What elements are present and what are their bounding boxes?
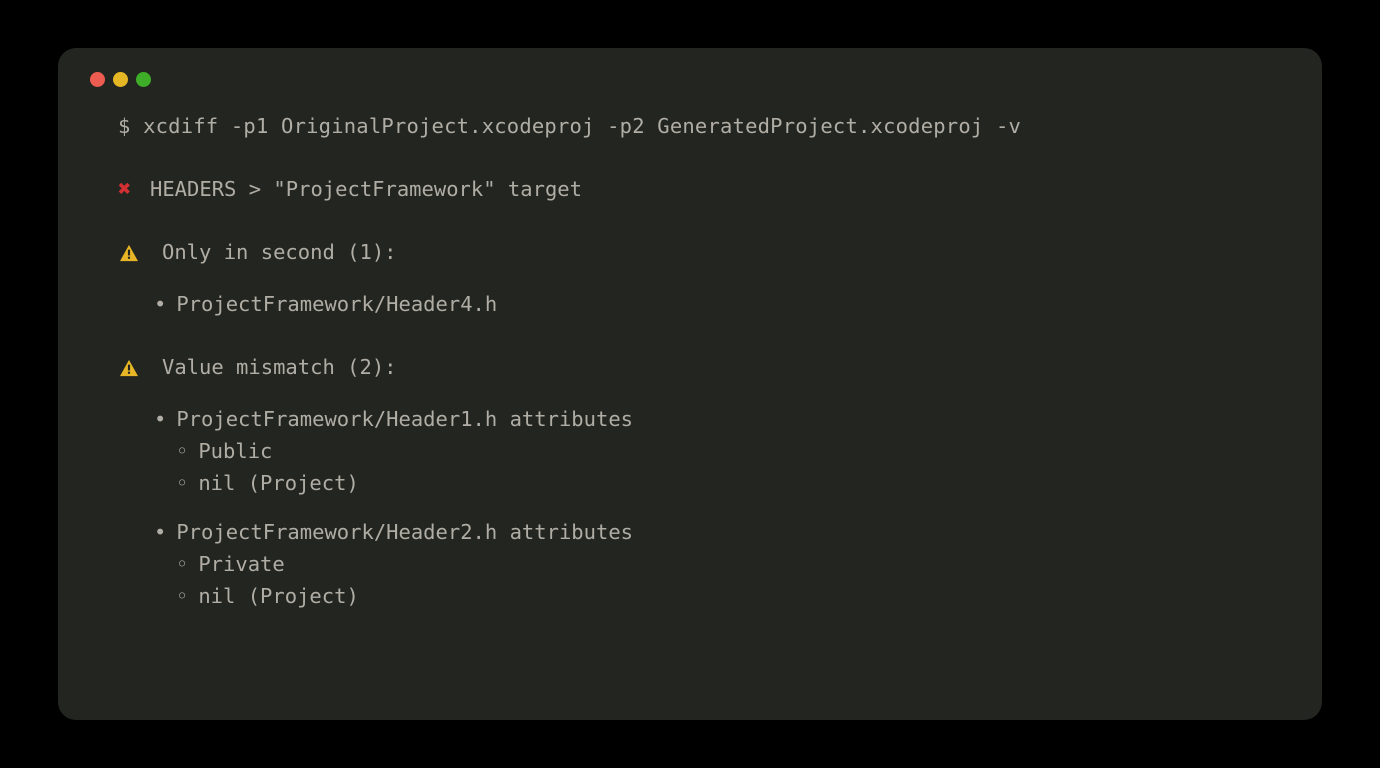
- attribute-value: Private: [198, 549, 284, 581]
- only-in-second-header: Only in second (1):: [118, 237, 1282, 269]
- only-in-second-group: Only in second (1): ProjectFramework/Hea…: [118, 237, 1282, 321]
- file-path: ProjectFramework/Header1.h attributes: [176, 404, 633, 436]
- sub-list-item: Public: [118, 436, 1282, 468]
- sub-list-item: Private: [118, 549, 1282, 581]
- list-item: ProjectFramework/Header2.h attributes: [118, 517, 1282, 549]
- warning-icon: [118, 358, 140, 378]
- sub-list-item: nil (Project): [118, 581, 1282, 613]
- list-item: ProjectFramework/Header4.h: [118, 289, 1282, 321]
- window-controls: [90, 72, 1282, 87]
- command-line: $ xcdiff -p1 OriginalProject.xcodeproj -…: [118, 111, 1282, 143]
- section-header-text: HEADERS > "ProjectFramework" target: [150, 174, 582, 206]
- value-mismatch-label: Value mismatch (2):: [154, 352, 397, 384]
- mismatch-item: ProjectFramework/Header1.h attributes Pu…: [118, 404, 1282, 499]
- attribute-value: nil (Project): [198, 468, 358, 500]
- only-in-second-label: Only in second (1):: [154, 237, 397, 269]
- terminal-window: $ xcdiff -p1 OriginalProject.xcodeproj -…: [58, 48, 1322, 720]
- file-path: ProjectFramework/Header4.h: [176, 289, 497, 321]
- maximize-window-button[interactable]: [136, 72, 151, 87]
- terminal-content: $ xcdiff -p1 OriginalProject.xcodeproj -…: [98, 111, 1282, 613]
- section-header: ✖ HEADERS > "ProjectFramework" target: [118, 173, 1282, 207]
- file-path: ProjectFramework/Header2.h attributes: [176, 517, 633, 549]
- value-mismatch-header: Value mismatch (2):: [118, 352, 1282, 384]
- value-mismatch-group: Value mismatch (2): ProjectFramework/Hea…: [118, 352, 1282, 612]
- sub-list-item: nil (Project): [118, 468, 1282, 500]
- attribute-value: nil (Project): [198, 581, 358, 613]
- cross-icon: ✖: [118, 173, 140, 207]
- attribute-value: Public: [198, 436, 272, 468]
- mismatch-item: ProjectFramework/Header2.h attributes Pr…: [118, 517, 1282, 612]
- warning-icon: [118, 243, 140, 263]
- close-window-button[interactable]: [90, 72, 105, 87]
- list-item: ProjectFramework/Header1.h attributes: [118, 404, 1282, 436]
- minimize-window-button[interactable]: [113, 72, 128, 87]
